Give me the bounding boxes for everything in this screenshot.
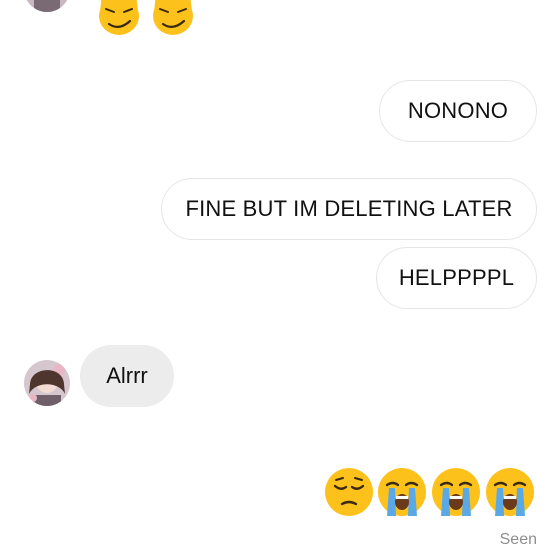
outgoing-message-bubble[interactable]: FINE BUT IM DELETING LATER — [161, 178, 537, 240]
loudly-crying-face-emoji — [484, 466, 536, 518]
loudly-crying-face-emoji — [376, 466, 428, 518]
incoming-message-bubble[interactable]: Alrrr — [80, 345, 174, 407]
message-text: HELPPPPL — [398, 265, 515, 290]
message-text: Alrrr — [106, 363, 148, 388]
message-text: FINE BUT IM DELETING LATER — [185, 196, 513, 221]
loudly-crying-face-emoji — [430, 466, 482, 518]
cat-smirk-emoji — [150, 0, 196, 38]
message-text: NONONO — [407, 98, 509, 123]
seen-status: Seen — [499, 531, 537, 548]
outgoing-message-bubble[interactable]: NONONO — [379, 80, 537, 142]
pensive-face-emoji — [323, 466, 375, 518]
cat-smirk-emoji — [96, 0, 142, 38]
contact-avatar[interactable] — [24, 360, 70, 406]
outgoing-message-bubble[interactable]: HELPPPPL — [376, 247, 537, 309]
contact-avatar-top[interactable] — [24, 0, 70, 12]
